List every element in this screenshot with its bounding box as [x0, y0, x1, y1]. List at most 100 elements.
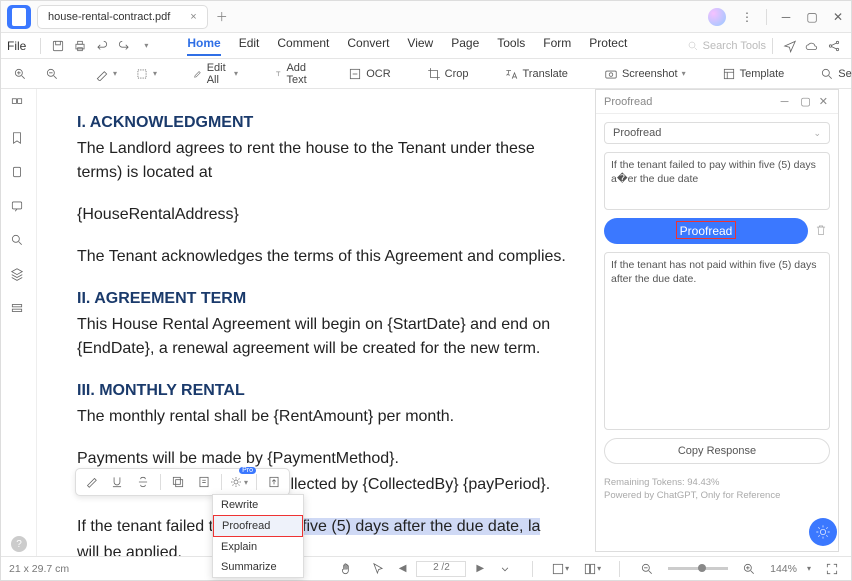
save-icon[interactable] — [47, 35, 69, 57]
zoom-out-tool[interactable] — [39, 65, 65, 83]
ai-assistant-icon[interactable]: Pro ▾ — [230, 473, 248, 491]
chevron-down-icon: ⌄ — [813, 128, 821, 139]
undo-icon[interactable] — [91, 35, 113, 57]
add-text-tool[interactable]: Add Text — [268, 60, 318, 88]
print-icon[interactable] — [69, 35, 91, 57]
maximize-button[interactable]: ▢ — [799, 4, 825, 30]
redo-icon[interactable] — [113, 35, 135, 57]
panel-minimize-icon[interactable]: ─ — [781, 96, 789, 108]
proofread-input[interactable]: If the tenant failed to pay within five … — [604, 152, 830, 210]
tokens-label: Remaining Tokens: 94.43% — [604, 476, 830, 489]
ai-menu-proofread[interactable]: Proofread — [213, 515, 303, 537]
panel-maximize-icon[interactable]: ▢ — [800, 95, 810, 108]
tab-home[interactable]: Home — [187, 36, 220, 56]
zoom-caret[interactable]: ▾ — [807, 564, 811, 573]
comment-panel-icon[interactable] — [10, 199, 28, 217]
read-mode-icon[interactable]: ▾ — [581, 558, 603, 580]
bookmark-icon[interactable] — [10, 131, 28, 149]
area-select-tool[interactable]: ▾ — [129, 65, 163, 83]
tab-convert[interactable]: Convert — [347, 36, 389, 56]
zoom-out-status-icon[interactable] — [636, 558, 658, 580]
search-panel-icon[interactable] — [10, 233, 28, 251]
pro-badge: Pro — [239, 467, 256, 474]
new-tab-button[interactable]: ＋ — [212, 8, 232, 25]
ai-globe-icon[interactable] — [708, 8, 726, 26]
proofread-button[interactable]: Proofread — [604, 218, 808, 244]
tab-form[interactable]: Form — [543, 36, 571, 56]
document-tab[interactable]: house-rental-contract.pdf × — [37, 5, 208, 29]
section-3-p4[interactable]: If the tenant failed to pay within five … — [77, 515, 577, 539]
file-menu[interactable]: File — [7, 39, 26, 53]
page-input[interactable]: 2 /2 — [416, 561, 466, 577]
next-page-icon[interactable]: ▶ — [476, 563, 484, 574]
close-tab-icon[interactable]: × — [190, 11, 196, 23]
zoom-in-tool[interactable] — [7, 65, 33, 83]
select-value: Proofread — [613, 127, 661, 139]
section-1-p3: The Tenant acknowledges the terms of thi… — [77, 245, 577, 269]
ai-menu-rewrite[interactable]: Rewrite — [213, 495, 303, 515]
search-label: Search — [838, 68, 852, 80]
ai-float-button[interactable] — [809, 518, 837, 546]
edit-all-label: Edit All — [207, 62, 230, 86]
section-2-title: II. AGREEMENT TERM — [77, 287, 577, 311]
section-3-p1: The monthly rental shall be {RentAmount}… — [77, 405, 577, 429]
send-icon[interactable] — [779, 35, 801, 57]
underline-icon[interactable] — [108, 473, 126, 491]
layers-icon[interactable] — [10, 267, 28, 285]
close-window-button[interactable]: ✕ — [825, 4, 851, 30]
highlight-icon[interactable] — [82, 473, 100, 491]
prev-page-icon[interactable]: ◀ — [399, 563, 407, 574]
attachment-icon[interactable] — [10, 165, 28, 183]
view-mode-icon[interactable]: ▾ — [549, 558, 571, 580]
help-icon[interactable]: ? — [11, 536, 27, 552]
proofread-mode-select[interactable]: Proofread ⌄ — [604, 122, 830, 144]
thumbnail-icon[interactable] — [10, 97, 28, 115]
ai-menu-summarize[interactable]: Summarize — [213, 557, 303, 577]
section-1-p2: {HouseRentalAddress} — [77, 203, 577, 227]
translate-tool[interactable]: Translate — [498, 65, 573, 83]
scroll-down-icon[interactable] — [494, 558, 516, 580]
zoom-slider[interactable] — [668, 567, 728, 570]
copy-response-button[interactable]: Copy Response — [604, 438, 830, 464]
edit-all-tool[interactable]: Edit All▾ — [187, 60, 244, 88]
fullscreen-icon[interactable] — [821, 558, 843, 580]
minimize-button[interactable]: ─ — [773, 4, 799, 30]
highlight-tool[interactable]: ▾ — [89, 65, 123, 83]
template-tool[interactable]: Template — [716, 65, 791, 83]
section-3-p5: will be applied. — [77, 541, 577, 556]
share-icon[interactable] — [823, 35, 845, 57]
select-tool-icon[interactable] — [367, 558, 389, 580]
hand-tool-icon[interactable] — [335, 558, 357, 580]
tab-view[interactable]: View — [407, 36, 433, 56]
crop-tool[interactable]: Crop — [421, 65, 475, 83]
proofread-output: If the tenant has not paid within five (… — [604, 252, 830, 430]
strikethrough-icon[interactable] — [134, 473, 152, 491]
tab-comment[interactable]: Comment — [277, 36, 329, 56]
tab-protect[interactable]: Protect — [589, 36, 627, 56]
panel-close-icon[interactable]: ✕ — [819, 95, 828, 108]
template-label: Template — [740, 68, 785, 80]
section-3-title: III. MONTHLY RENTAL — [77, 379, 577, 403]
ocr-tool[interactable]: OCR — [342, 65, 396, 83]
screenshot-tool[interactable]: Screenshot▾ — [598, 65, 692, 83]
more-icon[interactable]: ⋮ — [734, 4, 760, 30]
crop-label: Crop — [445, 68, 469, 80]
search-tool[interactable]: Search — [814, 65, 852, 83]
ai-menu-explain[interactable]: Explain — [213, 537, 303, 557]
search-tools[interactable]: Search Tools — [687, 40, 766, 52]
proofread-panel: Proofread ─ ▢ ✕ Proofread ⌄ If the tenan… — [595, 89, 839, 552]
note-icon[interactable] — [195, 473, 213, 491]
zoom-in-status-icon[interactable] — [738, 558, 760, 580]
cloud-icon[interactable] — [801, 35, 823, 57]
tab-edit[interactable]: Edit — [239, 36, 260, 56]
tab-page[interactable]: Page — [451, 36, 479, 56]
ai-context-toolbar: Pro ▾ — [75, 468, 290, 496]
export-icon[interactable] — [265, 473, 283, 491]
dropdown-caret[interactable]: ▾ — [135, 35, 157, 57]
tab-tools[interactable]: Tools — [497, 36, 525, 56]
copy-icon[interactable] — [169, 473, 187, 491]
trash-icon[interactable] — [814, 223, 830, 239]
fields-icon[interactable] — [10, 301, 28, 319]
ai-dropdown-menu: Rewrite Proofread Explain Summarize — [212, 494, 304, 578]
section-1-p1: The Landlord agrees to rent the house to… — [77, 137, 577, 185]
